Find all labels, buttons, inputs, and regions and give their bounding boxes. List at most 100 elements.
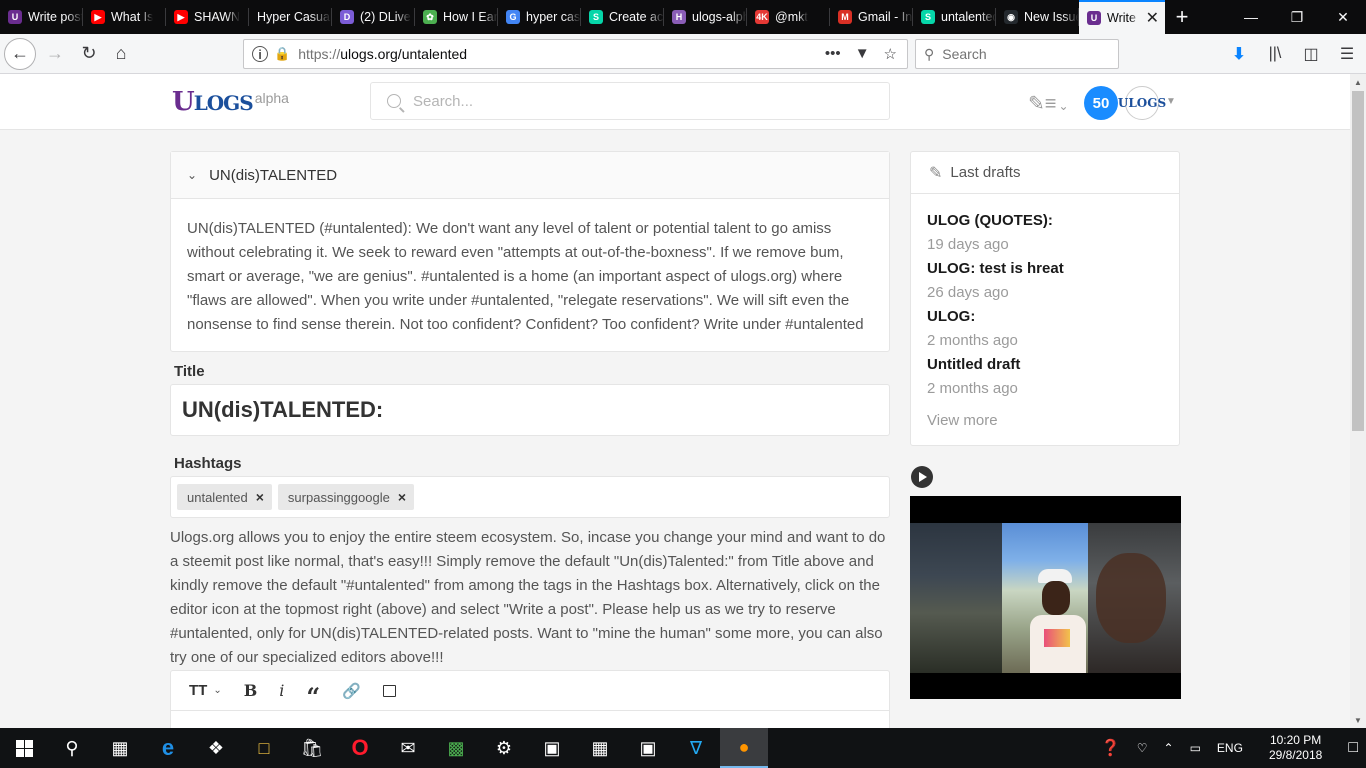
network-app-icon[interactable]: ▩ xyxy=(432,728,480,768)
tab-title: How I Earn xyxy=(443,10,498,24)
bookmark-star-icon[interactable]: ☆ xyxy=(884,45,897,63)
browser-tab[interactable]: Hulogs-alpha xyxy=(664,0,747,34)
video-player[interactable] xyxy=(910,496,1181,699)
library-icon[interactable]: ||\ xyxy=(1262,39,1288,69)
settings-icon[interactable]: ⚙ xyxy=(480,728,528,768)
tag-card-description: UN(dis)TALENTED (#untalented): We don't … xyxy=(187,220,864,333)
draft-title[interactable]: ULOG: xyxy=(927,305,1163,329)
page-actions-icon[interactable]: ••• xyxy=(825,45,841,63)
remove-tag-icon[interactable]: × xyxy=(398,489,406,505)
bold-button[interactable]: B xyxy=(244,676,258,706)
browser-tab[interactable]: ▶ SHAWN xyxy=(166,0,249,34)
forward-button[interactable]: → xyxy=(40,39,70,69)
browser-tab[interactable]: M Gmail - Inbox xyxy=(830,0,913,34)
home-button[interactable]: ⌂ xyxy=(106,39,136,69)
notifications-icon[interactable]: □ xyxy=(1340,739,1366,757)
link-button[interactable]: 🔗 xyxy=(342,676,361,706)
file-explorer-icon[interactable]: □ xyxy=(240,728,288,768)
text-size-button[interactable]: TT ⌄ xyxy=(189,676,222,706)
reload-button[interactable]: ↻ xyxy=(74,39,104,69)
opera-icon[interactable]: O xyxy=(336,728,384,768)
editor-toolbar: TT ⌄ B i “ 🔗 xyxy=(170,670,890,728)
play-icon[interactable] xyxy=(911,466,933,488)
remove-tag-icon[interactable]: × xyxy=(256,489,264,505)
draft-title[interactable]: ULOG: test is hreat xyxy=(927,257,1163,281)
voting-power-badge[interactable]: 50 xyxy=(1084,86,1118,120)
back-button[interactable]: ← xyxy=(4,37,36,70)
chevron-up-icon[interactable]: ⌃ xyxy=(1156,741,1182,755)
url-bar[interactable]: i 🔒 https://ulogs.org/untalented ••• ▼ ☆ xyxy=(243,39,908,69)
windows-icon xyxy=(15,739,33,757)
draft-title[interactable]: ULOG (QUOTES): xyxy=(927,209,1163,233)
browser-tab[interactable]: ▶ What Is xyxy=(83,0,166,34)
browser-tab[interactable]: Ghyper casual xyxy=(498,0,581,34)
vscode-icon[interactable]: ∇ xyxy=(672,728,720,768)
language-indicator[interactable]: ENG xyxy=(1209,741,1251,755)
browser-tab[interactable]: U Write post ✕ xyxy=(1079,0,1165,34)
firefox-icon[interactable]: ● xyxy=(720,728,768,768)
url-scheme: https:// xyxy=(298,46,341,62)
battery-icon[interactable]: ▭ xyxy=(1182,741,1209,755)
browser-tab[interactable]: D (2) DLive xyxy=(332,0,415,34)
title-input[interactable]: UN(dis)TALENTED: xyxy=(170,384,890,436)
chevron-down-icon[interactable]: ⌄ xyxy=(187,168,197,182)
scroll-up-icon[interactable]: ▲ xyxy=(1350,74,1366,90)
mail-icon[interactable]: ✉ xyxy=(384,728,432,768)
menu-icon[interactable]: ☰ xyxy=(1334,39,1360,69)
people-icon[interactable]: ♡ xyxy=(1129,741,1156,755)
tag-card-header[interactable]: ⌄ UN(dis)TALENTED xyxy=(171,152,889,199)
info-icon[interactable]: i xyxy=(252,46,268,62)
dropbox-icon[interactable]: ❖ xyxy=(192,728,240,768)
hashtag-label: untalented xyxy=(187,489,248,505)
browser-tab[interactable]: Suntalented xyxy=(913,0,996,34)
view-more-link[interactable]: View more xyxy=(927,409,1163,433)
video-frame-right xyxy=(1088,523,1181,673)
browser-tab[interactable]: ◉ New Issue xyxy=(996,0,1079,34)
sidebar-icon[interactable]: ◫ xyxy=(1298,39,1324,69)
navigation-toolbar: ← → ↻ ⌂ i 🔒 https://ulogs.org/untalented… xyxy=(0,34,1366,74)
italic-button[interactable]: i xyxy=(279,676,284,706)
calculator-icon[interactable]: ▦ xyxy=(576,728,624,768)
minimize-icon[interactable]: — xyxy=(1228,0,1274,34)
download-icon[interactable]: ⬇ xyxy=(1226,39,1252,69)
edge-icon[interactable]: e xyxy=(144,728,192,768)
task-view-icon[interactable]: ▦ xyxy=(96,728,144,768)
new-tab-button[interactable]: + xyxy=(1165,0,1199,34)
quote-button[interactable]: “ xyxy=(306,676,320,708)
search-icon[interactable]: ⚲ xyxy=(48,728,96,768)
site-search-input[interactable]: Search... xyxy=(370,82,890,120)
editor-menu-button[interactable]: ✎≡ ⌄ xyxy=(1028,91,1069,116)
image-icon[interactable] xyxy=(382,684,396,697)
site-search-placeholder: Search... xyxy=(413,92,474,110)
caret-down-icon[interactable]: ▼ xyxy=(1166,96,1176,107)
image-viewer-icon[interactable]: ▣ xyxy=(624,728,672,768)
ulogs-logo[interactable]: ULOGS alpha xyxy=(172,87,289,118)
clock[interactable]: 10:20 PM 29/8/2018 xyxy=(1251,733,1340,763)
tab-title: Hyper Casual xyxy=(257,10,332,24)
restore-icon[interactable]: ❐ xyxy=(1274,0,1320,34)
browser-search-bar[interactable]: ⚲ Search xyxy=(915,39,1119,69)
start-button[interactable] xyxy=(0,728,48,768)
lock-icon[interactable]: 🔒 xyxy=(274,46,290,62)
pocket-icon[interactable]: ▼ xyxy=(855,45,870,63)
browser-tab[interactable]: U Write post xyxy=(0,0,83,34)
page-scrollbar[interactable]: ▲ ▼ xyxy=(1350,74,1366,728)
store-icon[interactable]: 🛍 xyxy=(288,728,336,768)
search-icon xyxy=(387,94,401,108)
close-window-icon[interactable]: ✕ xyxy=(1320,0,1366,34)
browser-tab[interactable]: Hyper Casual xyxy=(249,0,332,34)
draft-title[interactable]: Untitled draft xyxy=(927,353,1163,377)
close-tab-icon[interactable]: ✕ xyxy=(1146,8,1159,28)
browser-tab[interactable]: 4K @mkt xyxy=(747,0,830,34)
tag-info-card: ⌄ UN(dis)TALENTED UN(dis)TALENTED (#unta… xyxy=(170,151,890,352)
help-icon[interactable]: ❓ xyxy=(1093,738,1129,758)
scroll-down-icon[interactable]: ▼ xyxy=(1350,712,1366,728)
browser-tab[interactable]: ✿ How I Earn xyxy=(415,0,498,34)
browser-tab[interactable]: S Create account xyxy=(581,0,664,34)
tab-title: New Issue xyxy=(1024,10,1079,24)
avatar[interactable]: ULOGS xyxy=(1118,86,1166,120)
scrollbar-thumb[interactable] xyxy=(1352,91,1364,431)
hashtags-input[interactable]: untalented × surpassinggoogle × xyxy=(170,476,890,518)
terminal-icon[interactable]: ▣ xyxy=(528,728,576,768)
tab-title: Create account xyxy=(609,10,664,24)
